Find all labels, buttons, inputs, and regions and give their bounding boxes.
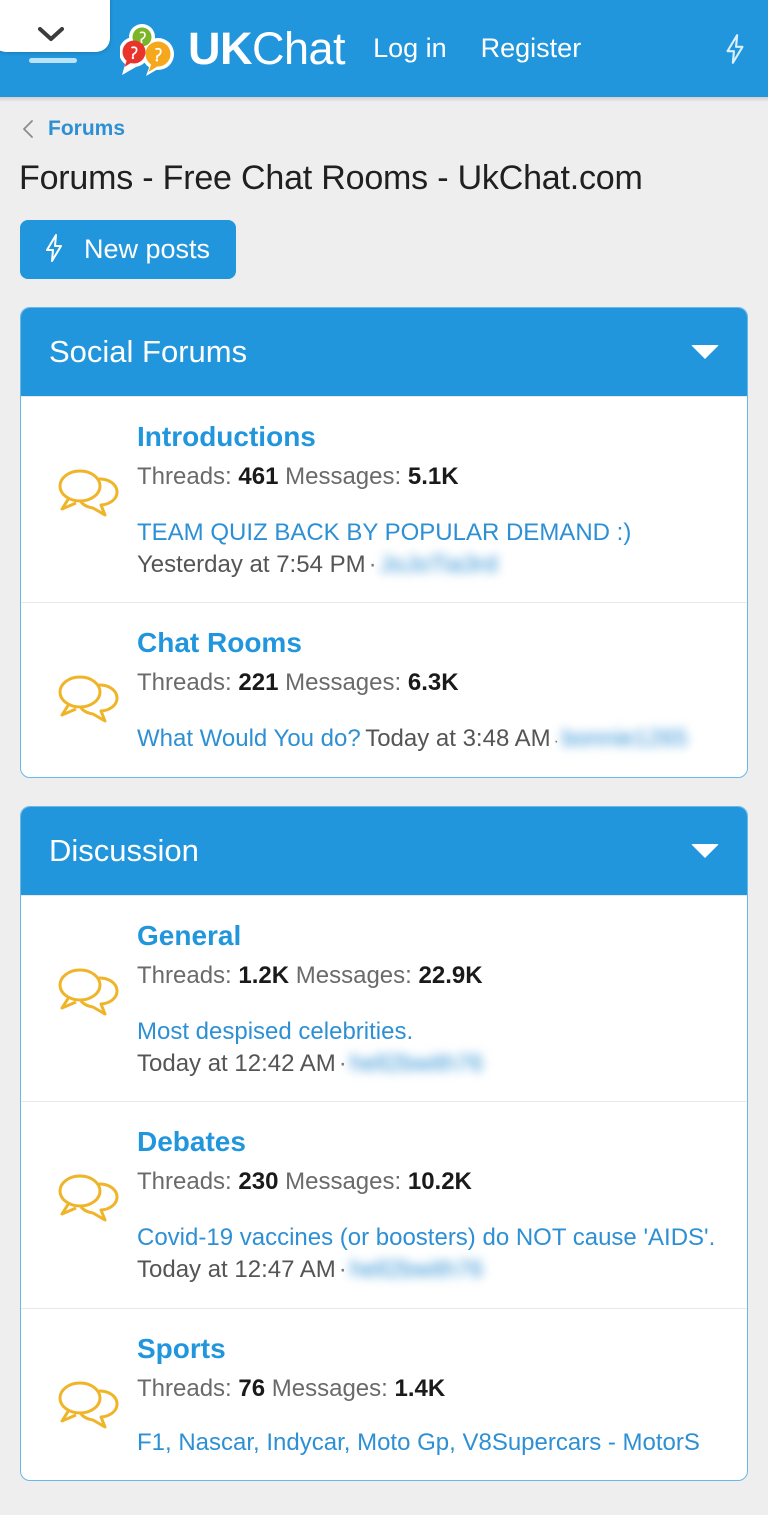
page-title: Forums - Free Chat Rooms - UkChat.com [19,159,643,197]
threads-label: Threads: [137,1168,232,1196]
threads-value: 1.2K [238,962,290,990]
brand-wordmark: UKChat [188,22,346,75]
speech-bubbles-icon [39,1122,137,1222]
latest-post-title[interactable]: TEAM QUIZ BACK BY POPULAR DEMAND :) [137,517,729,549]
latest-post-title[interactable]: Most despised celebrities. [137,1016,729,1048]
messages-label: Messages: [285,463,402,490]
forum-link[interactable]: General [137,918,729,953]
forum-stats: Threads: 461 Messages: 5.1K [137,463,729,491]
messages-value: 1.4K [394,1374,446,1402]
messages-value: 10.2K [407,1168,472,1196]
ukchat-speech-bubbles-logo-icon [119,21,182,77]
lightning-bolt-icon [42,233,66,266]
forum-link[interactable]: Chat Rooms [137,625,729,660]
speech-bubbles-icon [39,417,137,517]
latest-post-time: Today at 12:42 AM [137,1049,336,1077]
page-body: Forums Forums - Free Chat Rooms - UkChat… [0,97,768,1482]
forum-section-header[interactable]: Social Forums [21,308,747,396]
browser-collapse-panel[interactable] [0,0,110,52]
latest-post-title[interactable]: F1, Nascar, Indycar, Moto Gp, V8Supercar… [137,1427,729,1459]
login-link[interactable]: Log in [373,33,447,64]
new-posts-button[interactable]: New posts [20,220,237,279]
meta-separator: · [338,1256,347,1284]
threads-value: 76 [238,1374,266,1402]
messages-value: 5.1K [407,463,459,490]
header-nav: Log in Register [373,33,581,64]
latest-post: What Would You do? Today at 3:48 AM · bonn… [137,723,729,755]
threads-value: 461 [238,463,279,490]
forum-row[interactable]: Chat Rooms Threads: 221 Messages: 6.3K W… [21,602,747,777]
threads-label: Threads: [137,1374,232,1402]
latest-post-time: Today at 3:48 AM [365,725,551,753]
latest-post-meta: Today at 12:42 AM · hell2bwith76 [137,1048,729,1080]
messages-label: Messages: [285,1168,402,1196]
brand-wordmark-light: Chat [252,22,346,74]
forum-stats: Threads: 230 Messages: 10.2K [137,1168,729,1196]
chevron-left-icon[interactable] [22,119,34,139]
forum-section-discussion: Discussion General Threads: 1.2K Message… [20,806,748,1482]
latest-post-author[interactable]: hell2bwith76 [350,1254,483,1286]
latest-post-meta: Yesterday at 7:54 PM · JoJoTia3rd [137,549,729,581]
new-posts-button-label: New posts [84,234,211,264]
chevron-down-icon[interactable] [38,27,64,42]
forum-row[interactable]: Introductions Threads: 461 Messages: 5.1… [21,396,747,602]
latest-post-title[interactable]: Covid-19 vaccines (or boosters) do NOT c… [137,1222,729,1254]
forum-row[interactable]: Sports Threads: 76 Messages: 1.4K F1, Na… [21,1307,747,1481]
latest-post: Most despised celebrities. Today at 12:4… [137,1016,729,1079]
threads-label: Threads: [137,669,232,697]
latest-post-author[interactable]: JoJoTia3rd [380,549,498,581]
forum-section-social-forums: Social Forums Introductions Threads: 461… [20,307,748,779]
threads-label: Threads: [137,962,232,990]
register-link[interactable]: Register [481,33,582,64]
threads-value: 221 [238,669,279,697]
messages-label: Messages: [285,669,402,697]
forum-row[interactable]: General Threads: 1.2K Messages: 22.9K Mo… [21,895,747,1101]
brand-wordmark-bold: UK [188,22,253,74]
latest-post-time: Today at 12:47 AM [137,1256,336,1284]
menu-bar-line [29,58,77,63]
latest-post-time: Yesterday at 7:54 PM [137,550,366,578]
latest-post-author[interactable]: hell2bwith76 [350,1048,483,1080]
messages-value: 22.9K [418,962,483,990]
lightning-bolt-icon[interactable] [720,31,750,67]
brand-logo-link[interactable]: UKChat [119,21,346,77]
meta-separator: · [553,733,559,751]
caret-down-icon[interactable] [691,844,719,859]
threads-label: Threads: [137,463,232,490]
forum-link[interactable]: Sports [137,1331,729,1366]
forum-section-header[interactable]: Discussion [21,807,747,896]
meta-separator: · [338,1049,347,1077]
forum-link[interactable]: Introductions [137,419,729,454]
latest-post: F1, Nascar, Indycar, Moto Gp, V8Supercar… [137,1427,729,1459]
forum-stats: Threads: 76 Messages: 1.4K [137,1375,729,1403]
forum-stats: Threads: 1.2K Messages: 22.9K [137,962,729,990]
new-posts-button-wrap: New posts [0,198,768,279]
forum-row[interactable]: Debates Threads: 230 Messages: 10.2K Cov… [21,1101,747,1307]
header-shadow [0,97,768,102]
latest-post-meta: Today at 12:47 AM · hell2bwith76 [137,1254,729,1286]
speech-bubbles-icon [39,916,137,1016]
latest-post-title[interactable]: What Would You do? [137,725,361,752]
forum-link[interactable]: Debates [137,1124,729,1159]
latest-post: Covid-19 vaccines (or boosters) do NOT c… [137,1222,729,1285]
breadcrumb: Forums [0,97,768,141]
threads-value: 230 [238,1168,279,1196]
caret-down-icon[interactable] [691,345,719,359]
messages-label: Messages: [295,962,412,990]
speech-bubbles-icon [39,623,137,723]
messages-value: 6.3K [407,669,459,697]
messages-label: Messages: [271,1374,388,1402]
latest-post: TEAM QUIZ BACK BY POPULAR DEMAND :) Yest… [137,517,729,580]
latest-post-author[interactable]: bonnie1265 [562,723,687,755]
site-header: UKChat Log in Register [0,0,768,97]
forum-section-title: Discussion [49,833,199,869]
breadcrumb-item-forums[interactable]: Forums [48,117,125,141]
meta-separator: · [368,550,377,578]
forum-stats: Threads: 221 Messages: 6.3K [137,669,729,697]
forum-section-title: Social Forums [49,334,248,369]
speech-bubbles-icon [39,1329,137,1429]
